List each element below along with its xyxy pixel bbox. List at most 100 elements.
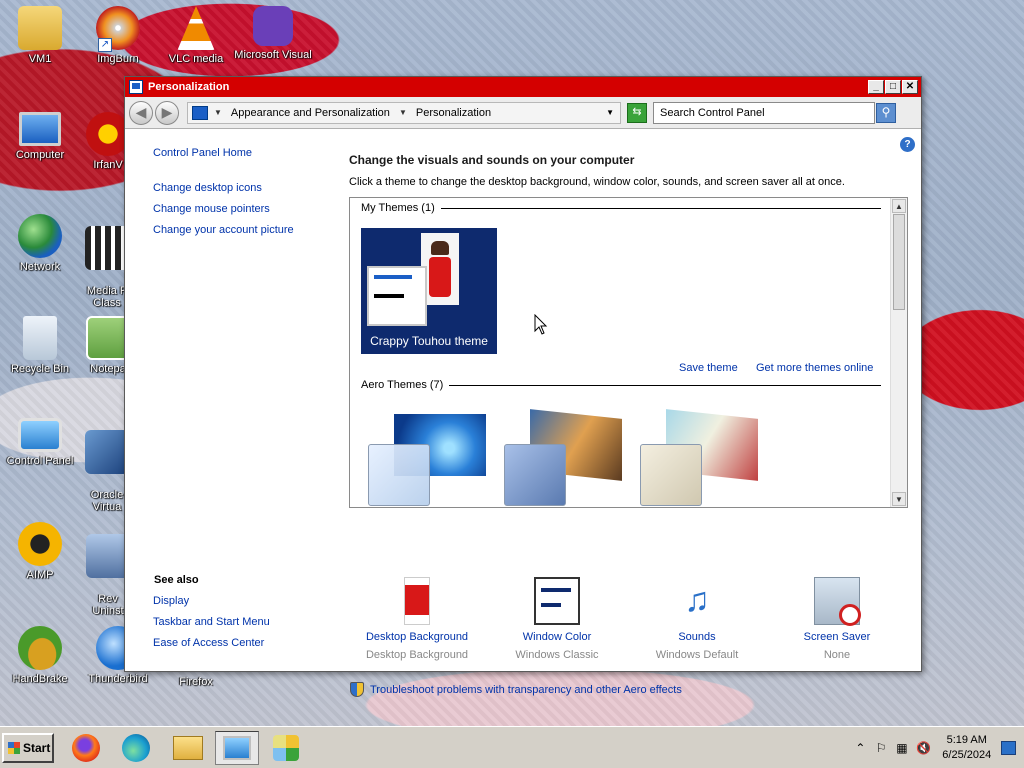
address-dropdown-icon[interactable]: ▼ [606, 108, 614, 117]
search-input[interactable]: Search Control Panel [653, 101, 875, 124]
firefox-icon [72, 734, 100, 762]
disc-icon: ↗ [96, 6, 140, 52]
taskbar-control-panel[interactable] [215, 731, 259, 765]
link-taskbar-start-menu[interactable]: Taskbar and Start Menu [153, 616, 270, 628]
minimize-button[interactable]: _ [868, 80, 884, 94]
control-panel-icon [192, 105, 208, 120]
desktop-icon-visual-studio[interactable]: Microsoft Visual [234, 6, 312, 61]
window-titlebar[interactable]: Personalization _ □ ✕ [125, 77, 921, 97]
taskbar-edge[interactable] [118, 731, 154, 765]
breadcrumb-personalization[interactable]: Personalization [416, 107, 491, 119]
desktop-icon-label: Firefox [179, 676, 213, 688]
desktop-icon-aimp[interactable]: AIMP [0, 522, 80, 581]
sounds-tile[interactable]: ♫ Sounds Windows Default [627, 577, 767, 661]
my-themes-header: My Themes (1) [361, 202, 881, 214]
action-center-flag-icon[interactable]: ⚐ [875, 741, 888, 755]
glass-color-swatch [640, 444, 702, 506]
desktop-icon-vm1[interactable]: VM1 [0, 6, 80, 65]
tile-name: Desktop Background [365, 631, 469, 643]
clock[interactable]: 5:19 AM 6/25/2024 [942, 733, 991, 763]
theme-list-scrollbar[interactable]: ▲ ▼ [890, 198, 907, 507]
desktop-icon-recycle-bin[interactable]: Recycle Bin [0, 316, 80, 375]
taskbar-firefox[interactable] [68, 731, 104, 765]
window-color-tile[interactable]: Window Color Windows Classic [487, 577, 627, 661]
screen-saver-none-icon [814, 577, 861, 626]
windows-logo-icon [8, 742, 20, 754]
start-button[interactable]: Start [2, 733, 54, 763]
desktop-icon-label: ImgBurn [97, 53, 139, 65]
tile-value: Windows Classic [515, 649, 599, 661]
search-button[interactable]: ⚲ [876, 102, 896, 123]
save-theme-link[interactable]: Save theme [679, 362, 738, 374]
network-icon[interactable]: ▦ [896, 741, 909, 755]
desktop-icon-vlc[interactable]: VLC media [156, 6, 236, 65]
theme-crappy-touhou[interactable]: Crappy Touhou theme [361, 228, 497, 354]
glass-color-swatch [368, 444, 430, 506]
desktop-background-icon [404, 577, 430, 625]
theme-list[interactable]: My Themes (1) Crappy Touhou theme Save t… [349, 197, 908, 508]
page-description: Click a theme to change the desktop back… [349, 176, 845, 188]
search-icon: ⚲ [881, 104, 891, 119]
shortcut-arrow-icon: ↗ [98, 38, 112, 52]
window-preview-icon [367, 266, 427, 326]
desktop-background-tile[interactable]: Desktop Background Desktop Background [347, 577, 487, 661]
close-button[interactable]: ✕ [902, 80, 918, 94]
desktop-icon-imgburn[interactable]: ↗ ImgBurn [78, 6, 158, 65]
monitor-icon [19, 112, 61, 146]
tile-value: Windows Default [655, 649, 739, 661]
theme-aero-architecture[interactable] [500, 409, 622, 506]
chevron-right-icon[interactable]: ▼ [214, 108, 222, 117]
tile-name: Screen Saver [803, 631, 871, 643]
show-hidden-icons-icon[interactable]: ⌃ [854, 741, 867, 755]
desktop-icon-label: Oracle Virtua [90, 489, 124, 513]
glass-color-swatch [504, 444, 566, 506]
page-title: Change the visuals and sounds on your co… [349, 153, 635, 167]
personalization-window: Personalization _ □ ✕ ◀ ▶ ▼ Appearance a… [124, 76, 922, 697]
desktop-icon-control-panel[interactable]: Control Panel [0, 418, 80, 467]
taskbar-app[interactable] [268, 731, 304, 765]
link-control-panel-home[interactable]: Control Panel Home [153, 147, 252, 159]
theme-aero-windows7[interactable] [364, 414, 486, 506]
back-button[interactable]: ◀ [129, 100, 153, 125]
desktop-icon-label: Microsoft Visual [234, 49, 312, 61]
get-more-themes-link[interactable]: Get more themes online [756, 362, 873, 374]
refresh-button[interactable]: ⇆ [627, 102, 647, 123]
link-change-desktop-icons[interactable]: Change desktop icons [153, 182, 262, 194]
my-themes-label: My Themes (1) [361, 202, 435, 214]
help-icon[interactable]: ? [900, 137, 915, 152]
desktop-icon-firefox[interactable]: Firefox [156, 676, 236, 688]
link-ease-of-access[interactable]: Ease of Access Center [153, 637, 264, 649]
windows-logo-icon [273, 735, 299, 761]
volume-muted-icon[interactable]: 🔇 [916, 741, 931, 755]
window-title: Personalization [148, 81, 230, 93]
left-pane: Control Panel Home Change desktop icons … [125, 129, 339, 671]
scroll-up-icon[interactable]: ▲ [892, 199, 906, 213]
desktop-icon-label: IrfanV [93, 159, 123, 171]
desktop-icon-label: Computer [15, 149, 65, 161]
link-display[interactable]: Display [153, 595, 189, 607]
tile-value: None [823, 649, 851, 661]
maximize-button[interactable]: □ [885, 80, 901, 94]
vlc-cone-icon [177, 6, 215, 50]
desktop-icon-handbrake[interactable]: HandBrake [0, 626, 80, 685]
scroll-thumb[interactable] [893, 214, 905, 310]
theme-aero-landscapes[interactable] [636, 409, 758, 506]
address-bar[interactable]: ▼ Appearance and Personalization ▼ Perso… [187, 101, 621, 124]
screen-saver-tile[interactable]: Screen Saver None [767, 577, 907, 661]
folder-icon [173, 736, 203, 760]
link-change-mouse-pointers[interactable]: Change mouse pointers [153, 203, 270, 215]
chevron-right-icon[interactable]: ▼ [399, 108, 407, 117]
scroll-down-icon[interactable]: ▼ [892, 492, 906, 506]
show-desktop-icon[interactable] [1001, 741, 1016, 755]
taskbar-explorer[interactable] [170, 731, 206, 765]
forward-button[interactable]: ▶ [155, 100, 179, 125]
window-body: ? Control Panel Home Change desktop icon… [125, 129, 921, 697]
desktop-icon-network[interactable]: Network [0, 214, 80, 273]
virtualbox-cube-icon [85, 430, 129, 474]
edge-browser-icon [122, 734, 150, 762]
desktop-icon-label: Rev Uninst [92, 593, 124, 617]
link-change-account-picture[interactable]: Change your account picture [153, 224, 294, 236]
troubleshoot-link[interactable]: Troubleshoot problems with transparency … [350, 682, 682, 697]
desktop-icon-computer[interactable]: Computer [0, 112, 80, 161]
breadcrumb-appearance[interactable]: Appearance and Personalization [231, 107, 390, 119]
